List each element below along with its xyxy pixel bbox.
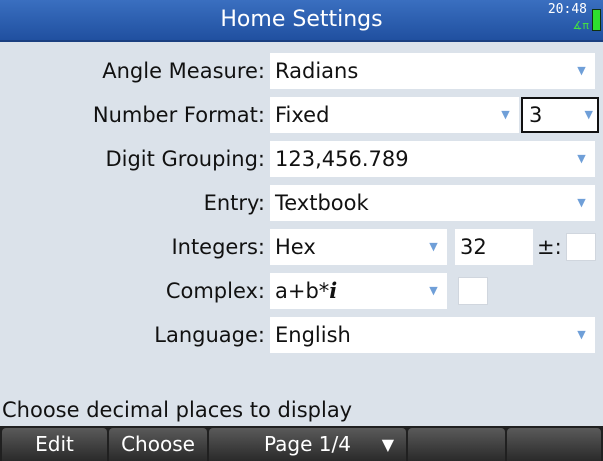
- entry-select[interactable]: Textbook: [270, 185, 568, 221]
- decimal-places-select[interactable]: 3 ▼: [521, 97, 599, 133]
- digit-grouping-row: Digit Grouping: 123,456.789 ▼: [0, 137, 603, 181]
- integers-bits-value: 32: [460, 235, 487, 259]
- integers-base-value: Hex: [275, 235, 316, 259]
- number-format-select[interactable]: Fixed: [270, 97, 492, 133]
- chevron-down-icon[interactable]: ▼: [568, 53, 595, 89]
- battery-icon: [592, 9, 601, 31]
- language-value: English: [275, 323, 351, 347]
- decimal-places-value: 3: [529, 103, 543, 127]
- chevron-down-icon[interactable]: ▼: [420, 229, 447, 265]
- number-format-value: Fixed: [275, 103, 330, 127]
- edit-button[interactable]: Edit: [2, 428, 107, 461]
- signed-label: ±:: [537, 235, 562, 259]
- chevron-down-icon[interactable]: ▼: [492, 97, 519, 133]
- complex-format-imaginary: i: [329, 278, 338, 303]
- softkey-6-button[interactable]: [507, 428, 601, 461]
- complex-format-plain: a+b*: [275, 279, 330, 303]
- complex-format-select[interactable]: a+b*i: [270, 273, 420, 309]
- complex-checkbox[interactable]: [458, 277, 488, 305]
- chevron-down-icon[interactable]: ▼: [568, 185, 595, 221]
- chevron-down-icon[interactable]: ▼: [568, 141, 595, 177]
- help-text: Choose decimal places to display: [2, 398, 353, 422]
- softkey-5-button[interactable]: [408, 428, 505, 461]
- title-bar: Home Settings 20:48 ∡π: [0, 0, 603, 42]
- complex-label: Complex:: [165, 279, 265, 303]
- angle-measure-select[interactable]: Radians: [270, 53, 568, 89]
- complex-format-value: a+b*i: [275, 273, 337, 309]
- integers-row: Integers: Hex ▼ 32 ±:: [0, 225, 603, 269]
- language-row: Language: English ▼: [0, 313, 603, 357]
- entry-value: Textbook: [275, 191, 369, 215]
- language-label: Language:: [154, 323, 265, 347]
- chevron-down-icon: ▼: [584, 108, 593, 121]
- choose-button[interactable]: Choose: [109, 428, 207, 461]
- soft-menu-bar: Edit Choose Page 1/4 ▼: [0, 426, 603, 461]
- page-button[interactable]: Page 1/4 ▼: [209, 428, 406, 461]
- entry-row: Entry: Textbook ▼: [0, 181, 603, 225]
- page-label: Page 1/4: [264, 432, 351, 456]
- chevron-down-icon[interactable]: ▼: [568, 317, 595, 353]
- digit-grouping-label: Digit Grouping:: [105, 147, 265, 171]
- digit-grouping-value: 123,456.789: [275, 147, 409, 171]
- language-select[interactable]: English: [270, 317, 568, 353]
- complex-row: Complex: a+b*i ▼: [0, 269, 603, 313]
- page-title: Home Settings: [220, 7, 383, 32]
- angle-measure-label: Angle Measure:: [102, 59, 265, 83]
- angle-measure-value: Radians: [275, 59, 359, 83]
- angle-measure-row: Angle Measure: Radians ▼: [0, 49, 603, 93]
- home-settings-screen: Home Settings 20:48 ∡π Angle Measure: Ra…: [0, 0, 603, 461]
- digit-grouping-select[interactable]: 123,456.789: [270, 141, 568, 177]
- signed-checkbox[interactable]: [566, 233, 596, 261]
- chevron-down-icon[interactable]: ▼: [420, 273, 447, 309]
- entry-label: Entry:: [203, 191, 265, 215]
- number-format-label: Number Format:: [92, 103, 265, 127]
- integers-base-select[interactable]: Hex: [270, 229, 420, 265]
- integers-label: Integers:: [171, 235, 265, 259]
- pin-icon: ▼: [381, 435, 394, 454]
- integers-bits-field[interactable]: 32: [455, 229, 533, 265]
- number-format-row: Number Format: Fixed ▼ 3 ▼: [0, 93, 603, 137]
- angle-mode-icon: ∡π: [572, 19, 589, 32]
- clock-readout: 20:48: [547, 2, 587, 17]
